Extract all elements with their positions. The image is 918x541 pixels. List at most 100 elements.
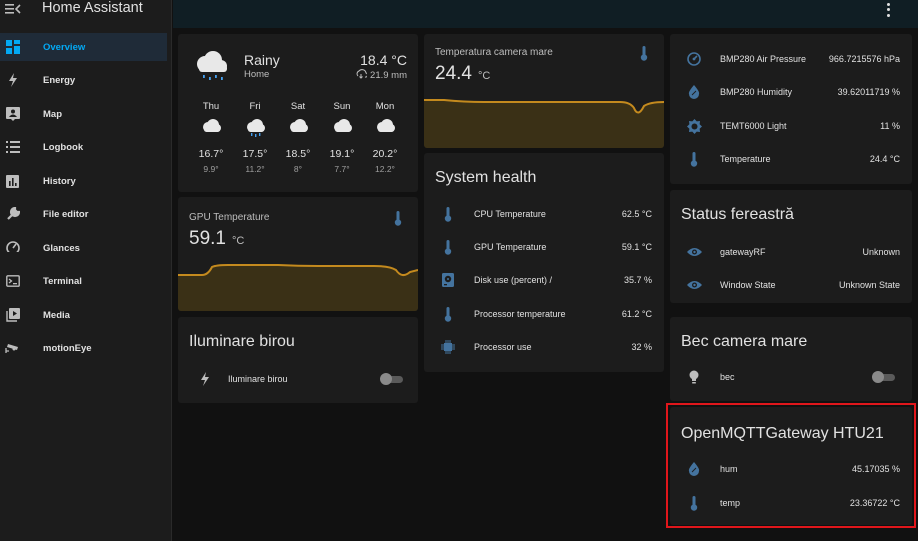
chart-box-icon (5, 174, 20, 189)
sensor-value: 24.4 (435, 63, 472, 84)
sidebar-item-map[interactable]: Map (0, 100, 167, 128)
bec-toggle[interactable] (872, 371, 896, 383)
entity-row[interactable]: Disk use (percent) / 35.7 % (424, 270, 664, 290)
thermometer-icon (440, 239, 456, 255)
rainy-icon (235, 115, 275, 139)
forecast-low: 7.7° (334, 164, 350, 174)
eye-icon (686, 277, 702, 293)
entity-row[interactable]: Temperature 24.4 °C (670, 149, 912, 169)
entity-label: Iluminare birou (228, 374, 288, 384)
cpu-icon (440, 339, 456, 355)
cloud-rain-icon (355, 69, 369, 82)
entity-label: CPU Temperature (474, 209, 546, 219)
sidebar-item-terminal[interactable]: Terminal (0, 267, 167, 295)
forecast-day: Sat 18.5° 8° (278, 101, 318, 174)
gauge-icon (686, 51, 702, 67)
iluminare-toggle[interactable] (380, 373, 404, 385)
entity-label: TEMT6000 Light (720, 121, 787, 131)
weather-temperature: 18.4 °C (360, 52, 407, 68)
lightning-icon (5, 73, 20, 88)
thermometer-icon (686, 151, 702, 167)
cloudy-icon (365, 115, 405, 139)
sidebar-item-label: Logbook (43, 141, 84, 153)
sidebar-item-label: Energy (43, 74, 76, 86)
entity-value: 39.62011719 % (837, 87, 900, 97)
map-person-icon (5, 107, 20, 122)
entity-value: Unknown State (838, 280, 900, 290)
thermometer-icon (394, 211, 402, 231)
forecast-low: 12.2° (375, 164, 395, 174)
entity-row[interactable]: BMP280 Humidity 39.62011719 % (670, 82, 912, 102)
sidebar-item-motioneye[interactable]: motionEye (0, 334, 167, 362)
entity-label: Window State (720, 280, 776, 290)
sidebar-item-logbook[interactable]: Logbook (0, 133, 167, 161)
menu-collapse-icon[interactable] (5, 2, 21, 14)
entity-row[interactable]: gatewayRF Unknown (670, 242, 912, 262)
entity-value: 11 % (880, 121, 900, 131)
sidebar-item-overview[interactable]: Overview (0, 33, 167, 61)
forecast-day-name: Fri (249, 101, 261, 112)
weather-card[interactable]: Rainy Home 18.4 °C 21.9 mm Thu 16.7° 9.9° F… (178, 34, 418, 192)
entity-value: 35.7 % (623, 275, 652, 285)
entity-row[interactable]: bec (670, 367, 912, 387)
forecast-day-name: Mon (375, 101, 395, 112)
sidebar-item-label: Terminal (43, 275, 82, 287)
sidebar-item-label: Media (43, 309, 70, 321)
entity-row[interactable]: TEMT6000 Light 11 % (670, 116, 912, 136)
system-health-card: System health CPU Temperature 62.5 °C GP… (424, 153, 664, 372)
cctv-icon (5, 341, 20, 356)
harddisk-icon (440, 272, 456, 288)
list-icon (5, 140, 20, 155)
entity-row[interactable]: Window State Unknown State (670, 275, 912, 295)
forecast-day-name: Sat (290, 101, 306, 112)
value-row: 24.4 °C (435, 63, 490, 85)
entity-value: Unknown (862, 247, 900, 257)
card-title: System health (435, 169, 537, 186)
thermometer-icon (640, 46, 648, 66)
sidebar-item-glances[interactable]: Glances (0, 234, 167, 262)
card-title: GPU Temperature (189, 212, 270, 223)
more-vertical-icon[interactable] (882, 2, 894, 18)
entity-row[interactable]: Iluminare birou (178, 369, 418, 389)
sidebar-item-file-editor[interactable]: File editor (0, 200, 167, 228)
precipitation-value: 21.9 mm (370, 70, 407, 81)
forecast-high: 20.2° (372, 148, 398, 160)
cloudy-icon (191, 115, 231, 139)
entity-row[interactable]: GPU Temperature 59.1 °C (424, 237, 664, 257)
forecast-high: 17.5° (242, 148, 268, 160)
card-title: Bec camera mare (681, 333, 808, 350)
app-title: Home Assistant (42, 0, 143, 16)
sensor-unit: °C (231, 235, 245, 247)
entity-label: bec (720, 372, 735, 382)
lightbulb-icon (686, 369, 702, 385)
gpu-temperature-card[interactable]: GPU Temperature 59.1 °C (178, 197, 418, 311)
entity-value: 59.1 °C (621, 242, 652, 252)
sidebar-item-label: motionEye (43, 342, 92, 354)
sensors-card: BMP280 Air Pressure 966.7215576 hPa BMP2… (670, 34, 912, 184)
temperatura-camera-card[interactable]: Temperatura camera mare 24.4 °C (424, 34, 664, 148)
bec-camera-card: Bec camera mare bec (670, 317, 912, 401)
sidebar-item-label: History (43, 175, 76, 187)
card-title: Iluminare birou (189, 333, 295, 350)
eye-icon (686, 244, 702, 260)
sidebar-item-label: Map (43, 108, 62, 120)
entity-row[interactable]: BMP280 Air Pressure 966.7215576 hPa (670, 49, 912, 69)
entity-row[interactable]: Processor use 32 % (424, 337, 664, 357)
sensor-value: 59.1 (189, 228, 226, 249)
entity-label: BMP280 Air Pressure (720, 54, 807, 64)
play-box-icon (5, 308, 20, 323)
forecast-day-name: Thu (202, 101, 220, 112)
entity-row[interactable]: Processor temperature 61.2 °C (424, 304, 664, 324)
sidebar-item-media[interactable]: Media (0, 301, 167, 329)
forecast-day: Fri 17.5° 11.2° (235, 101, 275, 174)
sidebar-item-energy[interactable]: Energy (0, 66, 167, 94)
entity-value: 62.5 °C (621, 209, 652, 219)
highlight-annotation-box (666, 403, 916, 528)
entity-label: Disk use (percent) / (474, 275, 553, 285)
forecast-day: Mon 20.2° 12.2° (365, 101, 405, 174)
brightness-icon (686, 118, 702, 134)
sidebar-item-history[interactable]: History (0, 167, 167, 195)
entity-row[interactable]: CPU Temperature 62.5 °C (424, 204, 664, 224)
sidebar-item-label: Overview (43, 41, 86, 53)
forecast-day: Sun 19.1° 7.7° (322, 101, 362, 174)
